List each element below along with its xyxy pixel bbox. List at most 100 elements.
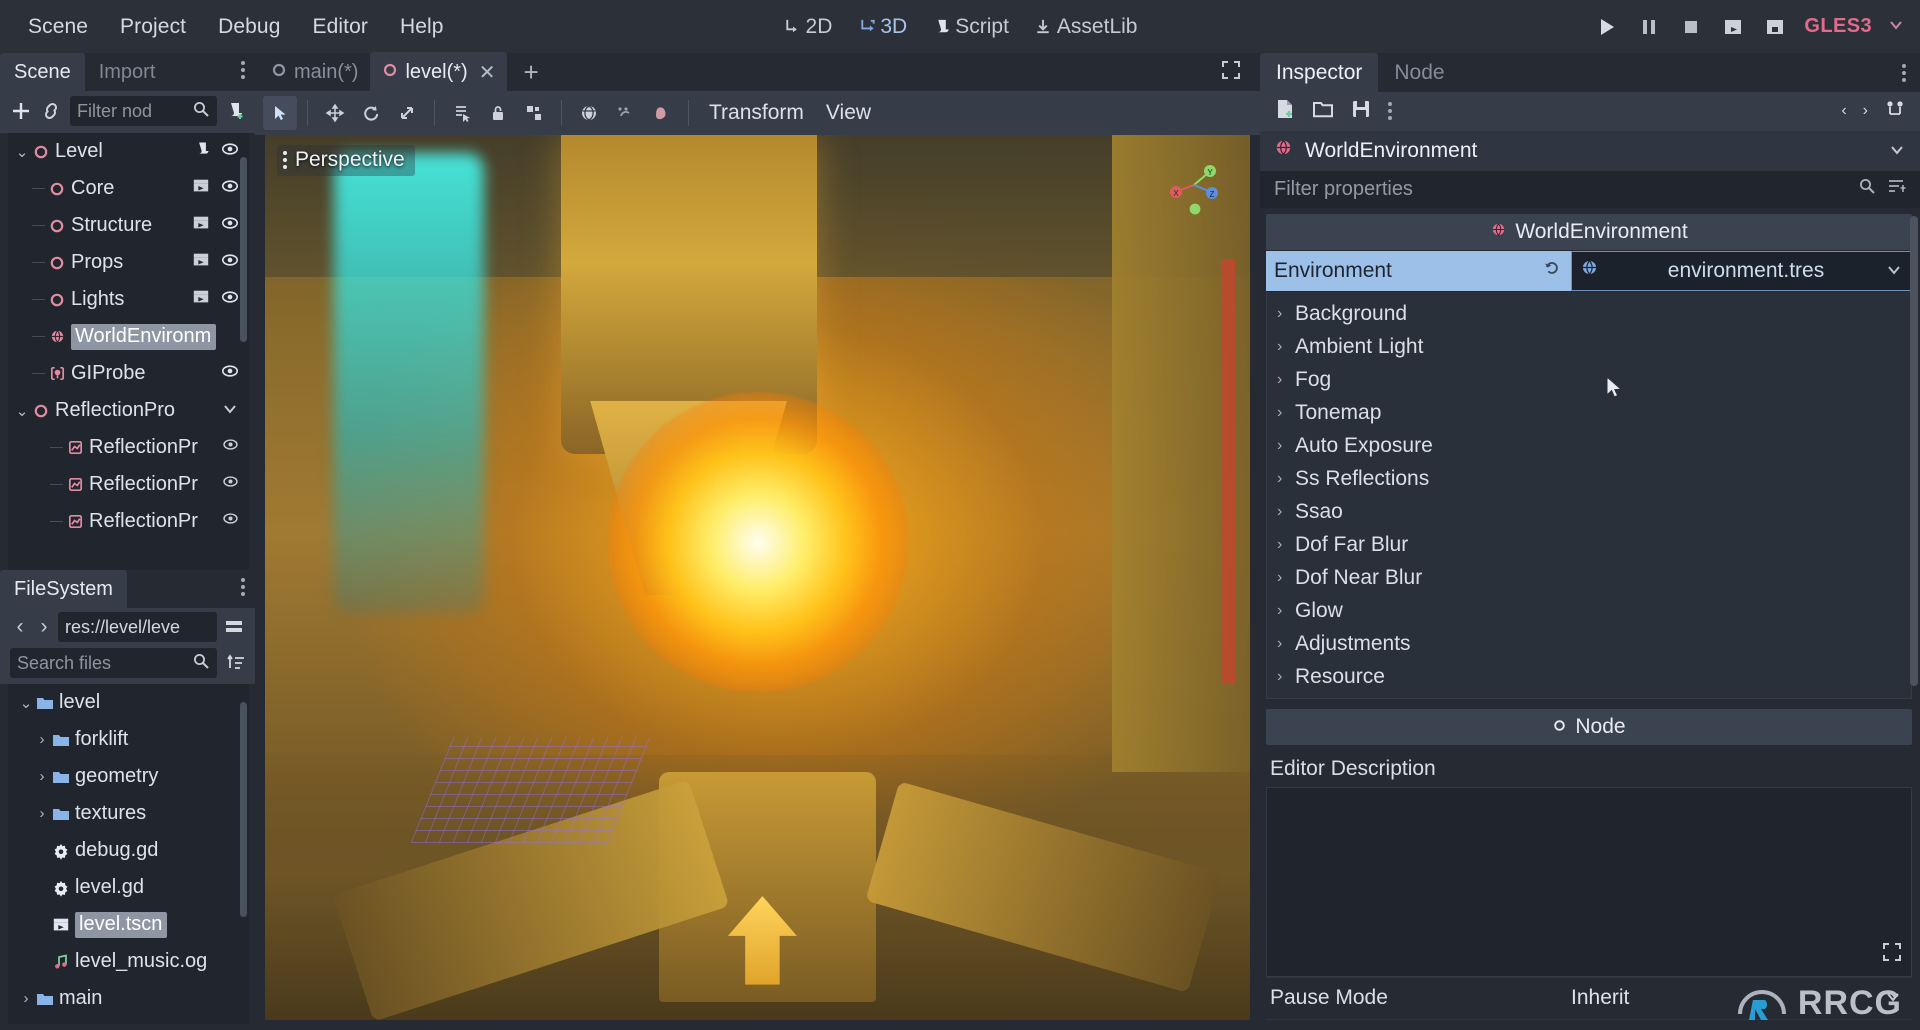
scale-mode-tool[interactable]	[390, 96, 424, 130]
filesystem-scrollbar[interactable]	[240, 688, 247, 1020]
chevron-right-icon[interactable]: ›	[1277, 635, 1295, 653]
lock-selection-tool[interactable]	[481, 96, 515, 130]
viewport-menu-icon[interactable]	[283, 151, 287, 169]
nav-forward-icon[interactable]: ›	[34, 614, 54, 640]
resource-menu-icon[interactable]	[1388, 102, 1392, 120]
visibility-icon[interactable]	[222, 436, 239, 459]
revert-icon[interactable]	[1543, 259, 1561, 283]
file-item-level-tscn[interactable]: level.tscn	[8, 906, 249, 943]
chevron-down-icon[interactable]	[1888, 139, 1906, 163]
chevron-right-icon[interactable]: ›	[34, 805, 50, 822]
menu-project[interactable]: Project	[106, 9, 200, 45]
scene-filter-box[interactable]	[70, 96, 217, 126]
scene-node-giprobe[interactable]: GIProbe	[8, 355, 249, 392]
scene-node-props[interactable]: Props	[8, 244, 249, 281]
chevron-down-icon[interactable]: ⌄	[18, 694, 34, 712]
chevron-right-icon[interactable]: ›	[1277, 338, 1295, 356]
inspector-filter-input[interactable]	[1274, 178, 1848, 201]
visibility-icon[interactable]	[222, 473, 239, 496]
filesystem-tree[interactable]: ⌄ level › forklift ›	[8, 684, 249, 1024]
play-scene-button[interactable]	[1720, 14, 1746, 40]
filesystem-path[interactable]: res://level/leve	[58, 612, 217, 642]
visibility-icon[interactable]	[221, 214, 239, 238]
scene-node-reflectionprobe-2[interactable]: ReflectionPr	[8, 466, 249, 503]
tab-import[interactable]: Import	[85, 53, 170, 91]
scene-tab-level[interactable]: level(*) ✕	[370, 52, 507, 92]
snap-mode-tool[interactable]	[608, 96, 642, 130]
chevron-right-icon[interactable]: ›	[1277, 404, 1295, 422]
rotate-mode-tool[interactable]	[354, 96, 388, 130]
property-auto-exposure[interactable]: ›Auto Exposure	[1267, 430, 1911, 463]
close-icon[interactable]: ✕	[479, 60, 496, 85]
scene-node-core[interactable]: Core	[8, 170, 249, 207]
tab-node[interactable]: Node	[1378, 53, 1460, 92]
file-item-level[interactable]: ⌄ level	[8, 684, 249, 721]
scene-instance-icon[interactable]	[191, 214, 211, 238]
chevron-right-icon[interactable]: ›	[34, 768, 50, 785]
renderer-dropdown-icon[interactable]	[1888, 18, 1904, 36]
chevron-right-icon[interactable]: ›	[1277, 569, 1295, 587]
menu-scene[interactable]: Scene	[14, 9, 102, 45]
visibility-icon[interactable]	[221, 140, 239, 164]
scene-node-level[interactable]: ⌄ Level	[8, 133, 249, 170]
scene-tree-scrollbar[interactable]	[240, 137, 247, 566]
pause-button[interactable]	[1636, 14, 1662, 40]
visibility-icon[interactable]	[221, 251, 239, 275]
property-environment[interactable]: Environment environment.tres	[1266, 251, 1912, 291]
select-mode-tool[interactable]	[263, 96, 297, 130]
local-space-tool[interactable]	[572, 96, 606, 130]
distraction-free-mode-icon[interactable]	[1220, 59, 1242, 86]
file-item-debug-gd[interactable]: debug.gd	[8, 832, 249, 869]
chevron-right-icon[interactable]: ›	[1277, 470, 1295, 488]
inspector-properties[interactable]: WorldEnvironment Environment environment…	[1260, 208, 1920, 1030]
object-menu-icon[interactable]	[1884, 98, 1906, 125]
stop-button[interactable]	[1678, 14, 1704, 40]
editor-description-textarea[interactable]	[1266, 787, 1912, 977]
inspector-filter-row[interactable]	[1260, 171, 1920, 208]
file-item-main[interactable]: › main	[8, 980, 249, 1017]
inspector-dock-menu-icon[interactable]	[1902, 64, 1906, 82]
chevron-right-icon[interactable]: ›	[1277, 371, 1295, 389]
scene-node-reflectionprobe-3[interactable]: ReflectionPr	[8, 503, 249, 540]
chevron-right-icon[interactable]: ›	[1277, 305, 1295, 323]
menu-editor[interactable]: Editor	[299, 9, 382, 45]
property-value-environment[interactable]: environment.tres	[1571, 251, 1912, 291]
transform-menu-button[interactable]: Transform	[699, 101, 814, 125]
renderer-label[interactable]: GLES3	[1804, 15, 1872, 38]
scene-node-structure[interactable]: Structure	[8, 207, 249, 244]
scene-node-reflectionprobes-group[interactable]: ⌄ ReflectionPro	[8, 392, 249, 429]
scene-tab-main[interactable]: main(*)	[259, 53, 370, 91]
inspector-selected-object[interactable]: WorldEnvironment	[1260, 131, 1920, 171]
tab-scene[interactable]: Scene	[0, 53, 85, 91]
scene-instance-icon[interactable]	[191, 251, 211, 275]
property-fog[interactable]: ›Fog	[1267, 364, 1911, 397]
property-tonemap[interactable]: ›Tonemap	[1267, 397, 1911, 430]
toggle-subproperties-icon[interactable]	[1886, 177, 1906, 201]
file-search-box[interactable]	[10, 648, 217, 678]
save-resource-icon[interactable]	[1350, 98, 1372, 125]
inspector-history-prev-icon[interactable]: ‹	[1841, 102, 1846, 120]
nav-back-icon[interactable]: ‹	[10, 614, 30, 640]
chevron-right-icon[interactable]: ›	[1277, 437, 1295, 455]
instance-scene-icon[interactable]	[40, 98, 62, 124]
camera-preview-tool[interactable]	[644, 96, 678, 130]
property-background[interactable]: ›Background	[1267, 298, 1911, 331]
visibility-icon[interactable]	[221, 288, 239, 312]
expand-icon[interactable]	[1881, 941, 1903, 968]
file-item-geometry[interactable]: › geometry	[8, 758, 249, 795]
property-resource[interactable]: ›Resource	[1267, 661, 1911, 694]
mode-button-assetlib[interactable]: AssetLib	[1024, 10, 1148, 44]
visibility-icon[interactable]	[222, 510, 239, 533]
mode-button-3d[interactable]: 3D	[847, 10, 917, 44]
filesystem-dock-menu-icon[interactable]	[241, 578, 245, 596]
scene-instance-icon[interactable]	[191, 288, 211, 312]
file-search-input[interactable]	[17, 653, 188, 674]
scene-dock-menu-icon[interactable]	[241, 61, 245, 79]
file-item-textures[interactable]: › textures	[8, 795, 249, 832]
list-select-tool[interactable]	[445, 96, 479, 130]
scene-filter-input[interactable]	[77, 101, 188, 122]
sort-files-icon[interactable]	[225, 650, 247, 676]
scene-instance-icon[interactable]	[191, 177, 211, 201]
new-resource-icon[interactable]	[1274, 98, 1296, 125]
chevron-down-icon[interactable]: ⌄	[14, 143, 30, 161]
